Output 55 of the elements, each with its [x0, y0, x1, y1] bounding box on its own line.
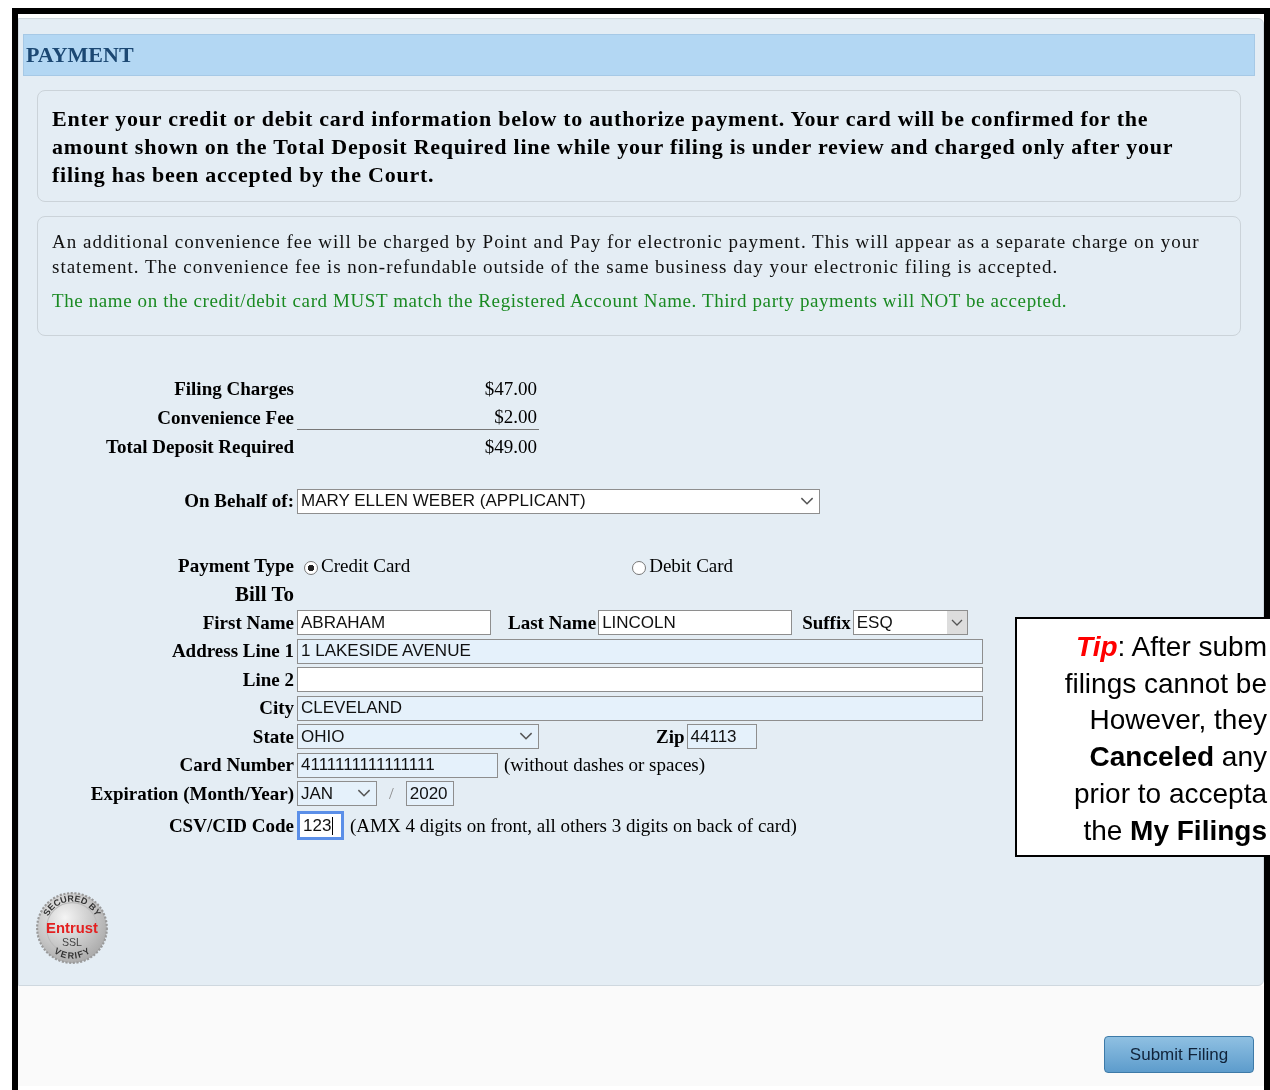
- section-label: Bill To: [234, 581, 295, 607]
- month-dropdown[interactable]: JAN: [297, 781, 377, 807]
- charge-amount: $47.00: [483, 377, 538, 400]
- field-label: Last Name: [508, 611, 597, 634]
- field-label: Suffix: [802, 611, 851, 634]
- radio-label[interactable]: Credit Card: [321, 554, 411, 577]
- field-label: First Name: [201, 611, 295, 634]
- last-name-field[interactable]: LINCOLN: [598, 610, 793, 636]
- charge-label: Filing Charges: [173, 377, 295, 400]
- address-field[interactable]: [297, 667, 983, 693]
- tip-text: prior to accepta: [1073, 776, 1268, 811]
- field-label: Payment Type: [177, 554, 295, 577]
- radio-button[interactable]: [304, 560, 318, 575]
- warning-text: The name on the credit/debit card MUST match the Registered Account Name. Third party payments will NOT be accepted.: [52, 289, 1069, 313]
- notice-text: Enter your credit or debit card information below to authorize payment. Your card will be confirmed for the amount shown on the Total Deposit Required line while your filing is under review and charged only after your filing has been accepted by the Court.: [52, 105, 1174, 189]
- field-label: Expiration (Month/Year): [89, 782, 295, 805]
- radio-label[interactable]: Debit Card: [649, 554, 734, 577]
- field-label: Card Number: [178, 754, 295, 777]
- fee-note-text: An additional convenience fee will be charged by Point and Pay for electronic payment. This will appear as a separate charge on your statement. The convenience fee is non-refundable outside of the same business day your electronic filing is accepted.: [52, 230, 1201, 279]
- on-behalf-dropdown[interactable]: MARY ELLEN WEBER (APPLICANT): [297, 488, 820, 514]
- zip-field[interactable]: 44113: [686, 724, 757, 750]
- field-label: City: [258, 697, 295, 720]
- hint-text: (without dashes or spaces): [504, 754, 706, 777]
- field-label: State: [251, 725, 295, 748]
- field-label: On Behalf of:: [183, 490, 295, 513]
- field-label: Address Line 1: [170, 640, 295, 663]
- submit-button[interactable]: Submit Filing: [1104, 1036, 1254, 1073]
- hint-text: (AMX 4 digits on front, all others 3 digits on back of card): [350, 814, 797, 837]
- tip-text: the My Filings: [1082, 813, 1268, 848]
- state-dropdown[interactable]: OHIO: [297, 724, 539, 750]
- field-label: Line 2: [241, 668, 295, 691]
- chevron-icon: [946, 611, 967, 635]
- year-field[interactable]: 2020: [405, 781, 454, 807]
- suffix-dropdown[interactable]: ESQ: [852, 610, 968, 636]
- chevron-icon: [519, 732, 533, 742]
- tip-text: filings cannot be: [1063, 666, 1268, 701]
- address-field[interactable]: 1 LAKESIDE AVENUE: [297, 638, 983, 664]
- csv-field[interactable]: 123: [297, 811, 344, 840]
- charge-label: Total Deposit Required: [105, 435, 295, 458]
- tip-text: Canceled any: [1088, 740, 1268, 775]
- charge-amount: $49.00: [483, 435, 538, 458]
- charge-label: Convenience Fee: [156, 406, 295, 429]
- radio-button[interactable]: [632, 560, 647, 575]
- city-field[interactable]: CLEVELAND: [297, 695, 983, 721]
- section-heading: PAYMENT: [23, 34, 1255, 76]
- first-name-field[interactable]: ABRAHAM: [297, 610, 491, 636]
- field-label: CSV/CID Code: [167, 814, 295, 837]
- tip-text: However, they: [1088, 703, 1268, 738]
- separator-text: /: [389, 783, 394, 804]
- tip-text: Tip: After subm: [1075, 630, 1268, 664]
- chevron-icon: [800, 496, 814, 506]
- field-label: Zip: [656, 725, 685, 748]
- chevron-icon: [357, 789, 371, 799]
- card-number-field[interactable]: 4111111111111111: [297, 752, 498, 778]
- charge-amount: $2.00: [297, 405, 539, 430]
